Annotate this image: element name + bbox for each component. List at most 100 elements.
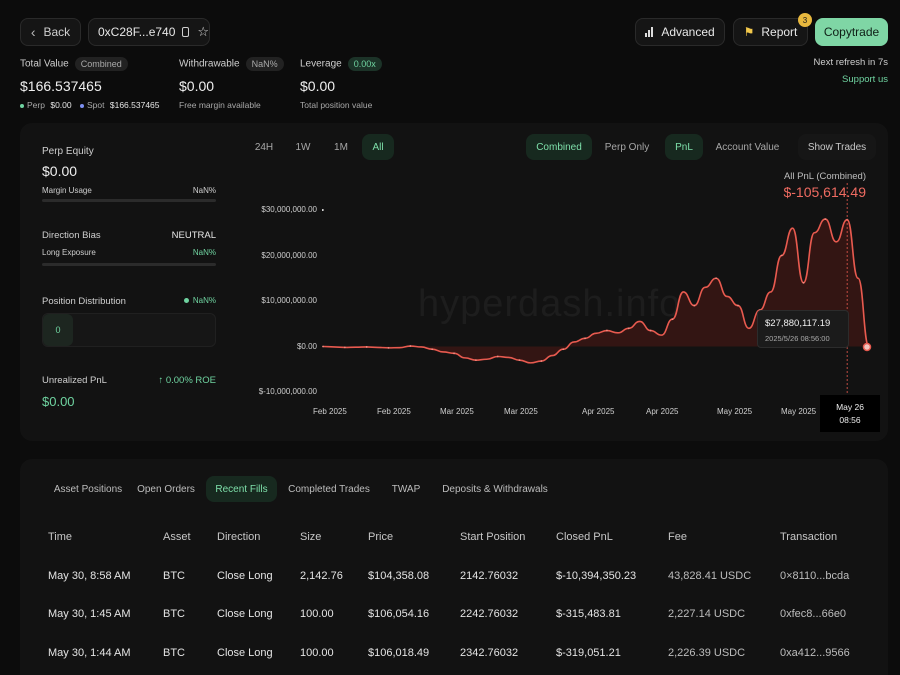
tooltip-value: $27,880,117.19 (765, 318, 831, 329)
report-button[interactable]: ⚑ Report (733, 18, 808, 46)
activity-card: Asset Positions Open Orders Recent Fills… (20, 459, 888, 675)
chevron-left-icon: ‹ (30, 24, 36, 40)
spot-dot-icon (80, 103, 84, 108)
col-closed-pnl: Closed PnL (556, 531, 613, 543)
advanced-label: Advanced (661, 25, 715, 39)
range-24h[interactable]: 24H (244, 134, 284, 160)
report-badge: 3 (798, 13, 812, 27)
pnl-point (343, 346, 346, 349)
tab-completed-trades[interactable]: Completed Trades (285, 476, 373, 502)
y-tick: $20,000,000.00 (261, 251, 317, 260)
support-link[interactable]: Support us (842, 74, 888, 85)
unrealized-pnl-label: Unrealized PnL (42, 375, 107, 386)
cell-asset: BTC (163, 608, 185, 620)
tab-deposits-withdrawals[interactable]: Deposits & Withdrawals (440, 476, 550, 502)
leverage-stat: Leverage 0.00x $0.00 Total position value (300, 57, 382, 110)
tab-open-orders[interactable]: Open Orders (135, 476, 197, 502)
pnl-point (518, 359, 521, 362)
cell-closed-pnl: $-315,483.81 (556, 608, 621, 620)
pnl-point (584, 337, 586, 340)
x-tick: Feb 2025 (377, 407, 411, 416)
col-price: Price (368, 531, 394, 543)
pnl-point (627, 327, 630, 330)
range-all[interactable]: All (362, 134, 394, 160)
margin-usage-label: Margin Usage (42, 186, 92, 195)
pnl-point (409, 345, 412, 347)
metric-pnl[interactable]: PnL (665, 134, 703, 160)
y-tick: $-10,000,000.00 (258, 387, 317, 396)
withdrawable-sub: Free margin available (179, 100, 261, 110)
leverage-sub: Total position value (300, 100, 373, 110)
back-label: Back (43, 25, 71, 39)
cell-closed-pnl: $-10,394,350.23 (556, 570, 637, 582)
cell-direction: Close Long (217, 608, 273, 620)
col-start-position: Start Position (460, 531, 526, 543)
leverage-value: $0.00 (300, 78, 336, 94)
leverage-label: Leverage (300, 58, 342, 70)
overview-card: Perp Equity $0.00 Margin Usage NaN% Dire… (20, 123, 888, 441)
refresh-status: Next refresh in 7s (813, 57, 888, 68)
position-count-box: 0 (43, 314, 73, 346)
cell-price: $104,358.08 (368, 570, 430, 582)
chart-tooltip: $27,880,117.19 2025/5/26 08:56:00 (757, 310, 849, 348)
withdrawable-value: $0.00 (179, 78, 215, 94)
pnl-point (431, 348, 434, 351)
y-tick: $10,000,000.00 (261, 296, 317, 305)
pnl-chart (322, 183, 872, 423)
chart-title: All PnL (Combined) (783, 171, 866, 182)
pnl-point (780, 254, 783, 257)
position-distribution-bar: 0 (42, 313, 216, 347)
copy-icon[interactable] (182, 27, 190, 37)
margin-usage-value: NaN% (192, 186, 216, 195)
mode-combined[interactable]: Combined (526, 134, 592, 160)
cell-transaction[interactable]: 0×8110...bcda (780, 570, 849, 582)
mode-perp-only[interactable]: Perp Only (596, 134, 658, 160)
col-time: Time (48, 531, 73, 543)
cell-price: $106,054.16 (368, 608, 430, 620)
cell-transaction[interactable]: 0xfec8...66e0 (780, 608, 846, 620)
back-button[interactable]: ‹ Back (20, 18, 81, 46)
unrealized-pnl-value: $0.00 (42, 394, 75, 409)
metric-account-value[interactable]: Account Value (705, 134, 790, 160)
x-tick: Apr 2025 (646, 407, 679, 416)
tooltip-date: 2025/5/26 08:56:00 (765, 334, 830, 343)
unrealized-roe: ↑ 0.00% ROE (158, 375, 216, 386)
tab-recent-fills[interactable]: Recent Fills (206, 476, 277, 502)
direction-bias-value: NEUTRAL (171, 230, 216, 241)
spot-value: $166.537465 (109, 100, 160, 110)
position-distribution-label: Position Distribution (42, 296, 126, 307)
show-trades-button[interactable]: Show Trades (798, 134, 876, 160)
cell-time: May 30, 1:44 AM (48, 647, 131, 659)
col-fee: Fee (668, 531, 687, 543)
withdrawable-chip: NaN% (245, 57, 284, 71)
perp-dot-icon (20, 103, 24, 108)
report-label: Report (761, 25, 798, 39)
tab-twap[interactable]: TWAP (386, 476, 426, 502)
col-direction: Direction (217, 531, 261, 543)
star-icon[interactable]: ☆ (197, 24, 209, 40)
range-selector: 24H 1W 1M All (244, 134, 396, 160)
axis-dot (322, 209, 324, 211)
x-tick: Mar 2025 (504, 407, 538, 416)
cell-size: 100.00 (300, 647, 334, 659)
wallet-address: 0xC28F...e740 (98, 25, 176, 39)
total-value-label: Total Value (20, 58, 69, 70)
x-tick: Mar 2025 (440, 407, 474, 416)
advanced-button[interactable]: Advanced (635, 18, 725, 46)
perp-value: $0.00 (50, 100, 72, 110)
position-distribution-value: NaN% (192, 296, 216, 305)
cell-fee: 2,227.14 USDC (668, 608, 746, 620)
metric-selector: PnL Account Value (665, 134, 790, 160)
cell-asset: BTC (163, 570, 185, 582)
col-transaction: Transaction (780, 531, 838, 543)
range-1w[interactable]: 1W (284, 134, 322, 160)
margin-usage-bar (42, 199, 216, 202)
tab-asset-positions[interactable]: Asset Positions (40, 476, 136, 502)
withdrawable-label: Withdrawable (179, 58, 240, 70)
pnl-point (387, 346, 390, 349)
cell-transaction[interactable]: 0xa412...9566 (780, 647, 850, 659)
address-pill: 0xC28F...e740 ☆ (88, 18, 210, 46)
cell-size: 2,142.76 (300, 570, 343, 582)
copytrade-button[interactable]: Copytrade (815, 18, 888, 46)
range-1m[interactable]: 1M (322, 134, 360, 160)
